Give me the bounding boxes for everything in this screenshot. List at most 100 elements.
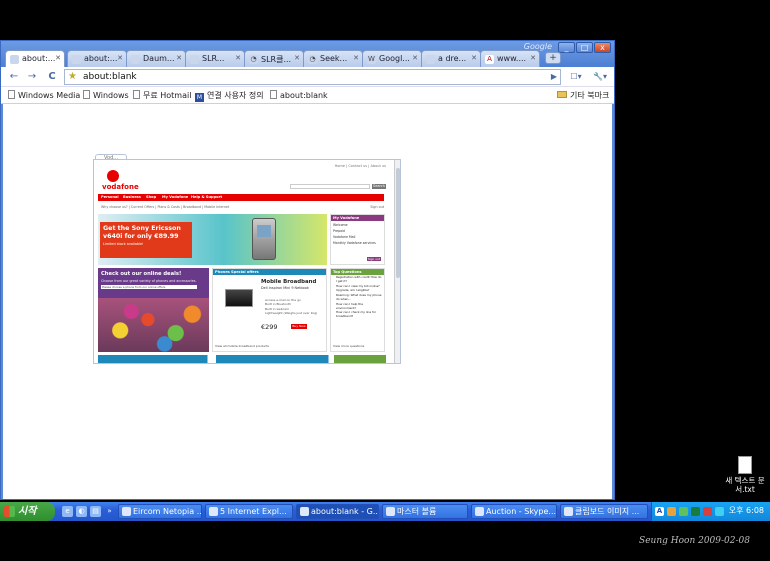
bookmark-customize-links[interactable]: M 연결 사용자 정의 bbox=[195, 90, 264, 102]
new-tab-button[interactable]: + bbox=[545, 52, 561, 64]
task-chrome[interactable]: about:blank - G... bbox=[296, 504, 379, 519]
address-text[interactable]: about:blank bbox=[83, 71, 137, 84]
sign-out-link: Sign out bbox=[370, 205, 384, 209]
task-eircom[interactable]: Eircom Netopia ... bbox=[118, 504, 202, 519]
desktop-icon-label: 새 텍스트 문서.txt bbox=[725, 476, 765, 494]
page-icon bbox=[83, 90, 90, 99]
offer-features: Access e-mail on the go Built in Bluetoo… bbox=[265, 298, 317, 316]
nav-help: Help & Support bbox=[191, 195, 223, 199]
special-offer-panel: Phones Special offers Mobile Broadband D… bbox=[212, 268, 327, 352]
task-label: 마스터 볼륨 bbox=[397, 507, 437, 516]
bookmark-label: 무료 Hotmail bbox=[143, 91, 192, 100]
vodafone-search-button: Search bbox=[372, 184, 386, 189]
close-button[interactable]: x bbox=[594, 42, 611, 53]
quicklaunch-more-icon[interactable]: » bbox=[104, 506, 115, 517]
desktop-text-file[interactable]: 새 텍스트 문서.txt bbox=[724, 456, 766, 494]
forward-button[interactable]: → bbox=[25, 70, 39, 84]
bookmark-windows[interactable]: Windows bbox=[83, 90, 129, 100]
bookmark-hotmail[interactable]: 무료 Hotmail bbox=[133, 90, 191, 101]
tab-2[interactable]: about:... ✕ bbox=[67, 50, 127, 67]
loading-icon: ◔ bbox=[308, 55, 317, 64]
task-clipboard[interactable]: 클립보드 이미지 ... bbox=[560, 504, 648, 519]
browser-window: Google _ □ x about:... ✕ about:... ✕ Daum.… bbox=[0, 40, 615, 500]
offer-view-link: View all mobile broadband products bbox=[215, 344, 269, 348]
deals-select: Please choose a phone from our online of… bbox=[101, 285, 197, 290]
bookmarks-bar: Windows Media Windows 무료 Hotmail M 연결 사용자… bbox=[1, 87, 614, 104]
ie-quicklaunch-icon[interactable]: e bbox=[62, 506, 73, 517]
offer-subtitle: Dell Inspiron Mini 9 Netbook bbox=[261, 286, 309, 290]
close-tab-icon[interactable]: ✕ bbox=[412, 54, 418, 62]
network-icon[interactable] bbox=[679, 507, 688, 516]
address-bar[interactable]: ★ about:blank bbox=[64, 69, 561, 85]
ie-icon bbox=[209, 507, 218, 516]
nav-personal: Personal bbox=[101, 195, 119, 199]
close-tab-icon[interactable]: ✕ bbox=[117, 54, 123, 62]
volume-tray-icon[interactable] bbox=[715, 507, 724, 516]
start-button[interactable]: 시작 bbox=[0, 502, 55, 521]
tab-1[interactable]: about:... ✕ bbox=[5, 50, 65, 67]
top-questions-panel: Top Questions Registration with credit H… bbox=[330, 268, 385, 352]
close-tab-icon[interactable]: ✕ bbox=[176, 54, 182, 62]
page-menu-button[interactable]: ☐▾ bbox=[567, 70, 585, 84]
clock[interactable]: 오후 6:08 bbox=[729, 505, 764, 516]
close-tab-icon[interactable]: ✕ bbox=[353, 54, 359, 62]
tab-6[interactable]: ◔ Seek... ✕ bbox=[303, 50, 363, 67]
taskbar: 시작 e ◐ ▤ » Eircom Netopia ... 5 Internet… bbox=[0, 502, 770, 521]
bookmark-label: Windows bbox=[93, 91, 129, 100]
panel-line: Monthly Vodafone services bbox=[333, 241, 376, 245]
close-tab-icon[interactable]: ✕ bbox=[530, 54, 536, 62]
close-tab-icon[interactable]: ✕ bbox=[294, 54, 300, 62]
bookmark-about-blank[interactable]: about:blank bbox=[270, 90, 328, 100]
page-icon bbox=[270, 90, 277, 99]
start-label: 시작 bbox=[18, 506, 37, 517]
tab-5[interactable]: ◔ SLR클... ✕ bbox=[244, 50, 304, 67]
tray-app-icon[interactable] bbox=[691, 507, 700, 516]
bookmark-label: Windows Media bbox=[18, 91, 81, 100]
tab-label: about:... bbox=[22, 54, 56, 63]
question-item: Roaming: What does my phone do when... bbox=[336, 293, 382, 301]
tab-7[interactable]: W Googl... ✕ bbox=[362, 50, 422, 67]
vodafone-thumbnail[interactable]: Home | Contact us | About us vodafone Se… bbox=[93, 159, 401, 364]
task-internet-explorer[interactable]: 5 Internet Expl... bbox=[205, 504, 293, 519]
volume-icon bbox=[386, 507, 395, 516]
close-tab-icon[interactable]: ✕ bbox=[471, 54, 477, 62]
other-bookmarks[interactable]: 기타 북마크 bbox=[557, 90, 609, 101]
subnav: Why choose us? | Current Offers | Plans … bbox=[101, 205, 230, 209]
tab-label: SLR클... bbox=[261, 55, 292, 64]
reload-button[interactable]: C bbox=[45, 70, 59, 84]
tab-label: SLR... bbox=[202, 54, 225, 63]
page-icon bbox=[8, 90, 15, 99]
blank-page-icon bbox=[72, 55, 81, 64]
bookmark-star-icon[interactable]: ★ bbox=[68, 70, 77, 84]
promo-box: Get the Sony Ericsson v640i for only €89… bbox=[100, 222, 192, 258]
page-content: Vod... Home | Contact us | About us voda… bbox=[3, 104, 612, 499]
restore-button[interactable]: □ bbox=[576, 42, 593, 53]
tab-4[interactable]: SLR... ✕ bbox=[185, 50, 245, 67]
bookmark-windows-media[interactable]: Windows Media bbox=[8, 90, 80, 100]
tray-app-icon[interactable] bbox=[667, 507, 676, 516]
promo-title: Get the Sony Ericsson v640i for only €89… bbox=[103, 225, 181, 240]
vodafone-logo: vodafone bbox=[102, 183, 139, 191]
tab-9[interactable]: Awww.... ✕ bbox=[480, 50, 540, 67]
system-tray: A 오후 6:08 bbox=[651, 502, 770, 521]
close-tab-icon[interactable]: ✕ bbox=[235, 54, 241, 62]
task-label: 클립보드 이미지 ... bbox=[575, 507, 640, 516]
go-button[interactable]: ▶ bbox=[547, 70, 561, 84]
media-quicklaunch-icon[interactable]: ◐ bbox=[76, 506, 87, 517]
desktop-quicklaunch-icon[interactable]: ▤ bbox=[90, 506, 101, 517]
page-icon bbox=[131, 55, 140, 64]
ime-icon[interactable]: A bbox=[655, 507, 664, 516]
title-bar[interactable]: Google _ □ x about:... ✕ about:... ✕ Daum.… bbox=[1, 41, 614, 67]
blank-page-icon bbox=[10, 55, 19, 64]
wrench-menu-button[interactable]: 🔧▾ bbox=[590, 70, 610, 84]
feature-item: Lightweight (Weighs just over 1kg) bbox=[265, 311, 318, 316]
tab-3[interactable]: Daum... ✕ bbox=[126, 50, 186, 67]
task-skype[interactable]: Auction - Skype... bbox=[471, 504, 557, 519]
photo-signature: Seung Hoon 2009-02-08 bbox=[639, 536, 750, 546]
tray-app-icon[interactable] bbox=[703, 507, 712, 516]
close-tab-icon[interactable]: ✕ bbox=[55, 54, 61, 62]
back-button[interactable]: ← bbox=[7, 70, 21, 84]
task-master-volume[interactable]: 마스터 볼륨 bbox=[382, 504, 468, 519]
tab-8[interactable]: a dre... ✕ bbox=[421, 50, 481, 67]
page-icon bbox=[133, 90, 140, 99]
